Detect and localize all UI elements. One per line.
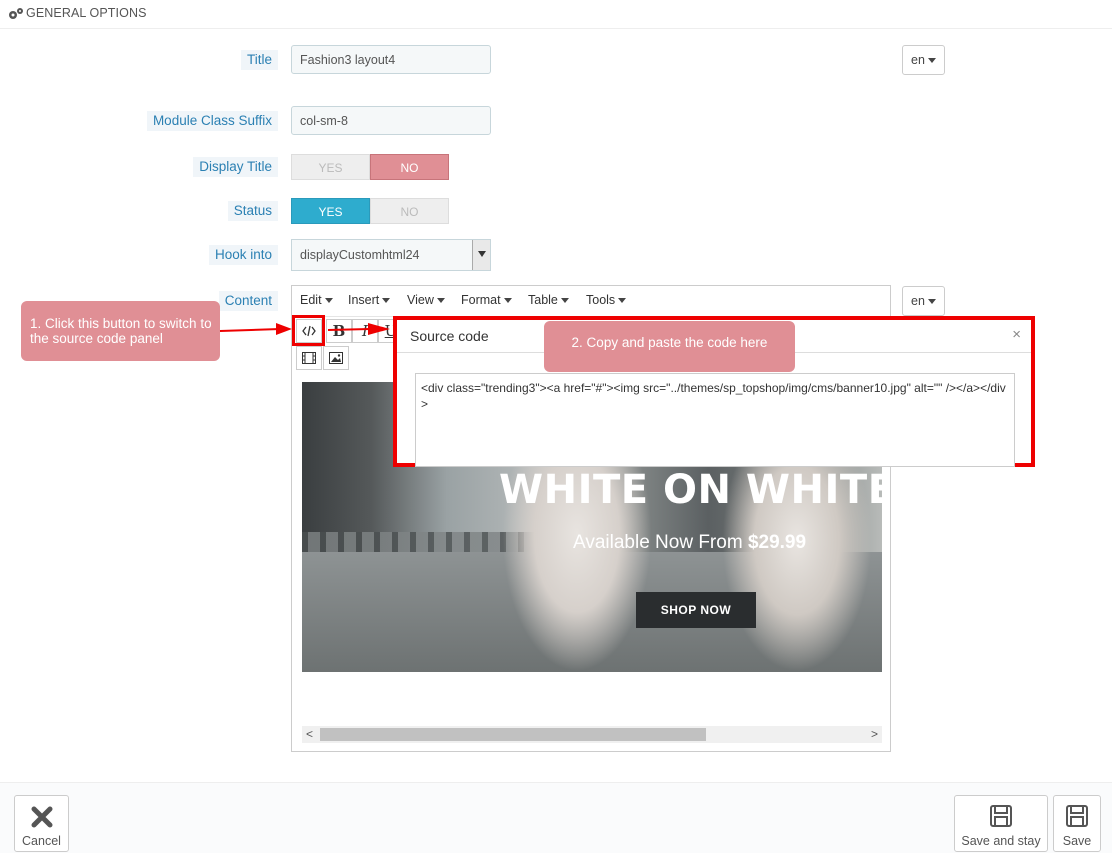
save-label: Save [1062, 834, 1092, 848]
save-and-stay-button[interactable]: Save and stay [954, 795, 1048, 852]
caret-down-icon [618, 298, 627, 304]
hook-value: displayCustomhtml24 [300, 248, 420, 262]
close-icon[interactable]: × [1012, 326, 1021, 343]
shop-now-button[interactable]: SHOP NOW [636, 592, 756, 628]
callout-step2: 2. Copy and paste the code here [544, 321, 795, 372]
save-icon [1066, 805, 1088, 827]
hook-label: Hook into [208, 245, 278, 265]
callout-step1: 1. Click this button to switch to the so… [21, 301, 220, 361]
save-icon [990, 805, 1012, 827]
suffix-input[interactable]: col-sm-8 [291, 106, 491, 135]
menu-table[interactable]: Table [528, 293, 569, 307]
caret-down-icon [927, 299, 936, 305]
banner-subtitle: Available Now From $29.99 [573, 532, 807, 553]
status-no[interactable]: NO [370, 198, 449, 224]
dialog-title: Source code [410, 328, 489, 344]
scroll-right-icon[interactable]: > [871, 726, 878, 743]
display-title-yes[interactable]: YES [291, 154, 370, 180]
suffix-label: Module Class Suffix [146, 111, 278, 131]
caret-down-icon [560, 298, 569, 304]
content-label: Content [218, 291, 278, 311]
title-label: Title [240, 50, 278, 70]
caret-down-icon [324, 298, 333, 304]
status-yes[interactable]: YES [291, 198, 370, 224]
source-code-textarea[interactable]: <div class="trending3"><a href="#"><img … [415, 373, 1015, 467]
close-icon [31, 806, 52, 828]
status-switch[interactable]: YES NO [291, 198, 449, 224]
image-icon[interactable] [323, 346, 349, 370]
caret-down-icon [382, 298, 391, 304]
scroll-thumb[interactable] [320, 728, 706, 741]
display-title-switch[interactable]: YES NO [291, 154, 449, 180]
media-icon[interactable] [296, 346, 322, 370]
editor-menubar: Edit Insert View Format Table Tools [292, 286, 890, 317]
menu-tools[interactable]: Tools [586, 293, 627, 307]
menu-edit[interactable]: Edit [300, 293, 333, 307]
panel-heading: GENERAL OPTIONS [0, 0, 1112, 29]
title-lang-dropdown[interactable]: en [902, 45, 945, 75]
cancel-label: Cancel [22, 834, 61, 848]
caret-down-icon [927, 58, 936, 64]
status-label: Status [227, 201, 278, 221]
select-arrow-icon[interactable] [472, 240, 490, 270]
arrow-icon [219, 323, 390, 335]
horizontal-scrollbar[interactable]: < > [302, 726, 882, 743]
hook-select[interactable]: displayCustomhtml24 [291, 239, 491, 271]
save-and-stay-label: Save and stay [961, 834, 1041, 848]
display-title-no[interactable]: NO [370, 154, 449, 180]
form-footer: Cancel Save and stay Save [0, 782, 1112, 853]
caret-down-icon [503, 298, 512, 304]
lang-label: en [911, 53, 925, 67]
banner-headline: WHITE ON WHITE [499, 467, 882, 513]
scroll-left-icon[interactable]: < [306, 726, 313, 743]
lang-label: en [911, 294, 925, 308]
menu-format[interactable]: Format [461, 293, 512, 307]
cancel-button[interactable]: Cancel [14, 795, 69, 852]
content-lang-dropdown[interactable]: en [902, 286, 945, 316]
panel-title: GENERAL OPTIONS [26, 6, 147, 20]
save-button[interactable]: Save [1053, 795, 1101, 852]
title-input[interactable]: Fashion3 layout4 [291, 45, 491, 74]
display-title-label: Display Title [193, 157, 278, 177]
gears-icon [9, 8, 23, 19]
caret-down-icon [436, 298, 445, 304]
menu-insert[interactable]: Insert [348, 293, 391, 307]
menu-view[interactable]: View [407, 293, 445, 307]
